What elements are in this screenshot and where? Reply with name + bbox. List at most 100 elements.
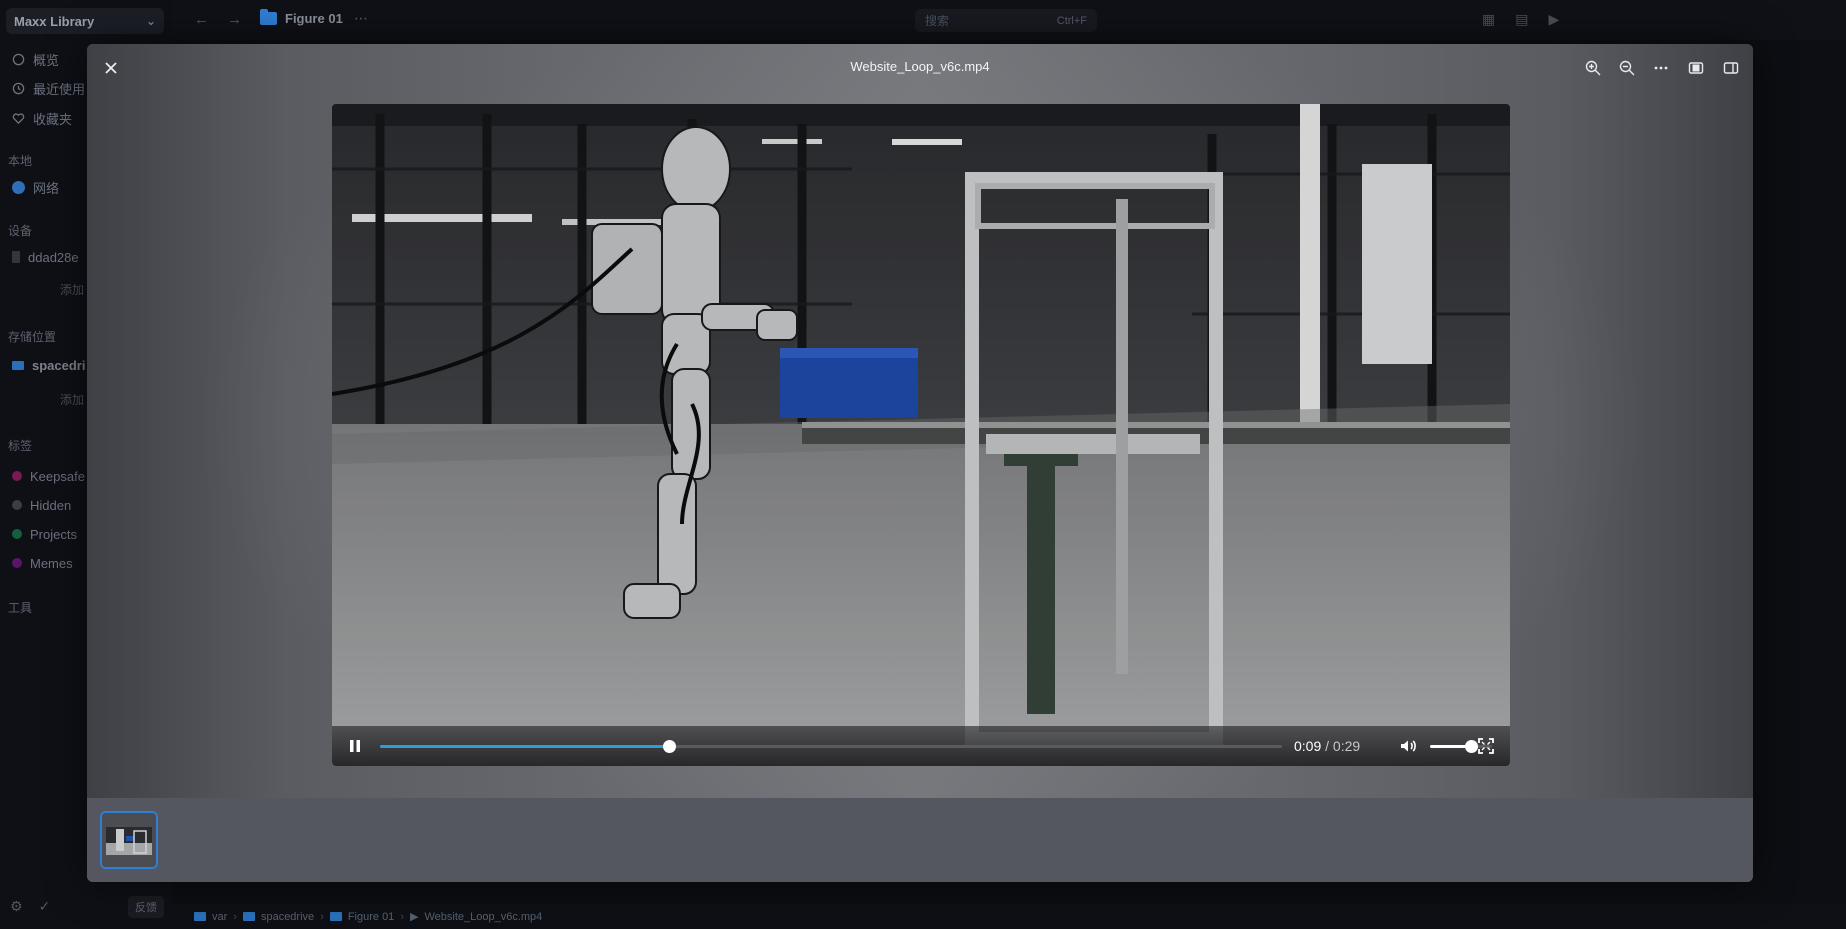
sidebar-icon bbox=[1723, 62, 1739, 74]
media-view-icon[interactable]: ▶ bbox=[1548, 11, 1559, 28]
library-selector[interactable]: Maxx Library ⌄ bbox=[6, 8, 164, 34]
video-player[interactable]: 0:09 / 0:29 bbox=[332, 104, 1510, 766]
preview-title: Website_Loop_v6c.mp4 bbox=[850, 59, 990, 74]
folder-icon bbox=[242, 912, 255, 921]
sidebar-item-device[interactable]: ddad28e bbox=[12, 246, 79, 268]
quick-preview-modal: Website_Loop_v6c.mp4 0:09 / 0:29 bbox=[87, 44, 1753, 882]
layout-icon bbox=[1688, 62, 1704, 74]
layout-toggle-button[interactable] bbox=[1686, 58, 1706, 78]
path-segment[interactable]: Website_Loop_v6c.mp4 bbox=[424, 911, 542, 923]
search-input[interactable]: 搜索 Ctrl+F bbox=[915, 9, 1097, 32]
more-icon bbox=[1654, 66, 1668, 70]
tag-label: Memes bbox=[30, 555, 73, 571]
globe-icon bbox=[12, 180, 25, 194]
sidebar-item-recent[interactable]: 最近使用 bbox=[12, 77, 85, 99]
chevron-down-icon: ⌄ bbox=[145, 14, 156, 28]
zoom-out-icon bbox=[1619, 60, 1635, 76]
sidebar-item-location[interactable]: spacedri bbox=[12, 354, 85, 376]
tag-projects[interactable]: Projects bbox=[12, 523, 77, 545]
path-segment[interactable]: Figure 01 bbox=[348, 911, 394, 923]
search-placeholder: 搜索 bbox=[925, 14, 950, 28]
folder-icon bbox=[329, 912, 342, 921]
folder-icon bbox=[12, 360, 24, 370]
clock-icon bbox=[12, 82, 25, 94]
zoom-in-button[interactable] bbox=[1583, 58, 1603, 78]
zoom-out-button[interactable] bbox=[1617, 58, 1637, 78]
time-separator: / bbox=[1325, 738, 1330, 754]
location-name: spacedri bbox=[32, 357, 86, 373]
seek-handle[interactable] bbox=[662, 740, 676, 753]
tag-hidden[interactable]: Hidden bbox=[12, 494, 71, 516]
tag-label: Keepsafe bbox=[30, 468, 85, 484]
folder-icon bbox=[194, 912, 206, 921]
overview-icon bbox=[12, 53, 25, 65]
heart-icon bbox=[12, 112, 25, 124]
video-file-icon: ▶ bbox=[409, 911, 419, 923]
tag-keepsafe[interactable]: Keepsafe bbox=[12, 465, 85, 487]
pause-button[interactable] bbox=[346, 737, 364, 755]
tag-color-dot bbox=[12, 558, 22, 568]
tag-label: Projects bbox=[30, 526, 77, 542]
back-arrow-icon[interactable]: ← bbox=[194, 11, 209, 28]
tag-memes[interactable]: Memes bbox=[12, 552, 73, 574]
current-folder-label: Figure 01 bbox=[285, 11, 343, 26]
pause-icon bbox=[350, 740, 360, 752]
fullscreen-icon bbox=[1478, 738, 1494, 754]
add-device-link[interactable]: 添加 bbox=[60, 281, 84, 298]
section-local: 本地 bbox=[8, 154, 33, 168]
sidebar-footer: ⚙ ✓ bbox=[10, 898, 50, 915]
path-segment[interactable]: var bbox=[212, 911, 227, 923]
sidebar-item-label: 概览 bbox=[33, 52, 60, 68]
player-controls: 0:09 / 0:29 bbox=[332, 726, 1510, 766]
seek-bar[interactable] bbox=[380, 740, 1282, 753]
chevron-right-icon: › bbox=[320, 910, 324, 923]
tag-label: Hidden bbox=[30, 497, 72, 513]
path-bar: var › spacedrive › Figure 01 › ▶ Website… bbox=[172, 904, 1846, 929]
topbar: ← → Figure 01 ⋯ 搜索 Ctrl+F ▦ ▤ ▶ bbox=[172, 0, 1846, 40]
thumbnail-image bbox=[102, 813, 156, 867]
preview-header: Website_Loop_v6c.mp4 bbox=[87, 44, 1753, 92]
volume-icon bbox=[1401, 740, 1416, 752]
zoom-in-icon bbox=[1585, 60, 1601, 76]
seek-progress bbox=[380, 745, 669, 748]
more-icon[interactable]: ⋯ bbox=[354, 10, 368, 27]
add-location-link[interactable]: 添加 bbox=[60, 391, 84, 408]
video-frame bbox=[332, 104, 1510, 766]
settings-icon[interactable]: ⚙ bbox=[10, 898, 23, 915]
time-display: 0:09 / 0:29 bbox=[1294, 738, 1360, 754]
current-time: 0:09 bbox=[1294, 738, 1322, 754]
mute-button[interactable] bbox=[1398, 736, 1418, 756]
sidebar-item-overview[interactable]: 概览 bbox=[12, 48, 59, 70]
grid-view-icon[interactable]: ▦ bbox=[1482, 11, 1495, 28]
list-view-icon[interactable]: ▤ bbox=[1515, 11, 1528, 28]
feedback-button[interactable]: 反馈 bbox=[128, 896, 164, 918]
laptop-icon bbox=[12, 251, 20, 263]
library-name: Maxx Library bbox=[14, 13, 95, 29]
tag-color-dot bbox=[12, 500, 22, 510]
toolbar-icons: ▦ ▤ ▶ bbox=[1482, 11, 1559, 28]
sidebar-item-favorites[interactable]: 收藏夹 bbox=[12, 107, 72, 129]
duration: 0:29 bbox=[1332, 738, 1361, 754]
history-nav: ← → bbox=[194, 11, 242, 28]
chevron-right-icon: › bbox=[400, 910, 404, 923]
sidebar-item-label: 收藏夹 bbox=[33, 111, 73, 127]
current-folder: Figure 01 bbox=[260, 9, 343, 26]
thumbnail-strip bbox=[87, 798, 1753, 882]
folder-icon bbox=[260, 9, 277, 25]
sidebar-item-network[interactable]: 网络 bbox=[12, 176, 59, 198]
section-locations: 存储位置 bbox=[8, 330, 57, 344]
thumbnail-selected[interactable] bbox=[100, 811, 158, 869]
inspector-toggle-button[interactable] bbox=[1721, 58, 1741, 78]
path-segment[interactable]: spacedrive bbox=[261, 911, 314, 923]
chevron-right-icon: › bbox=[233, 910, 237, 923]
section-tags: 标签 bbox=[8, 439, 33, 453]
tag-color-dot bbox=[12, 529, 22, 539]
sidebar-item-label: 网络 bbox=[33, 180, 60, 196]
check-circle-icon[interactable]: ✓ bbox=[39, 898, 51, 915]
search-shortcut: Ctrl+F bbox=[1056, 14, 1087, 27]
fullscreen-button[interactable] bbox=[1476, 736, 1496, 756]
device-name: ddad28e bbox=[28, 249, 79, 265]
section-devices: 设备 bbox=[8, 224, 33, 238]
more-options-button[interactable] bbox=[1651, 58, 1671, 78]
forward-arrow-icon[interactable]: → bbox=[227, 11, 242, 28]
